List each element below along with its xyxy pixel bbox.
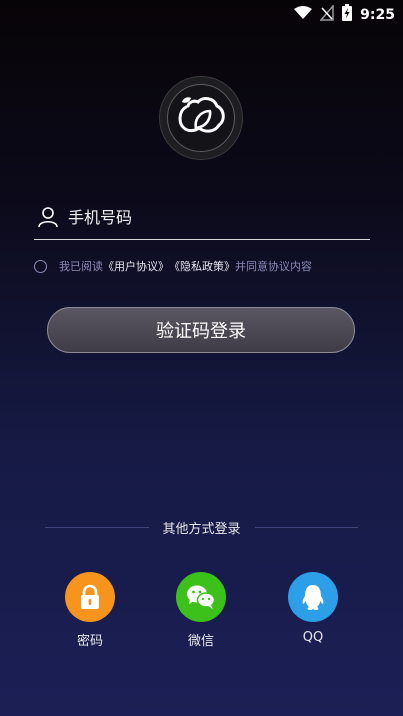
agreement-suffix: 并同意协议内容 bbox=[235, 260, 312, 273]
other-login-divider: 其他方式登录 bbox=[45, 517, 359, 537]
privacy-policy-link[interactable]: 《隐私政策》 bbox=[169, 258, 235, 274]
phone-input[interactable] bbox=[66, 201, 360, 233]
divider-line-right bbox=[254, 526, 359, 528]
app-logo bbox=[159, 76, 243, 160]
signal-off-icon bbox=[319, 3, 334, 25]
status-bar: 9:25 bbox=[0, 0, 403, 28]
other-login-title: 其他方式登录 bbox=[162, 521, 241, 537]
wechat-login-label: 微信 bbox=[187, 634, 214, 649]
sms-login-button[interactable]: 验证码登录 bbox=[47, 307, 355, 353]
password-login-label: 密码 bbox=[76, 634, 103, 649]
agreement-row: 我已阅读 《用户协议》 《隐私政策》 并同意协议内容 bbox=[34, 256, 312, 276]
divider-line-left bbox=[45, 526, 149, 528]
wechat-icon[interactable] bbox=[176, 572, 226, 622]
agreement-checkbox[interactable] bbox=[34, 259, 47, 273]
password-login-option[interactable]: 密码 bbox=[60, 572, 120, 649]
cloud-leaf-logo-icon bbox=[167, 84, 235, 152]
qq-icon[interactable] bbox=[288, 572, 338, 622]
lock-icon[interactable] bbox=[65, 572, 115, 622]
user-agreement-link[interactable]: 《用户协议》 bbox=[103, 258, 169, 274]
agreement-prefix: 我已阅读 bbox=[59, 260, 103, 273]
user-icon bbox=[37, 206, 59, 228]
wifi-icon bbox=[294, 5, 313, 24]
qq-login-option[interactable]: QQ bbox=[283, 572, 343, 645]
qq-login-label: QQ bbox=[302, 630, 324, 645]
wechat-login-option[interactable]: 微信 bbox=[171, 572, 231, 649]
battery-charging-icon bbox=[342, 4, 353, 25]
phone-field[interactable] bbox=[34, 198, 370, 240]
sms-login-label: 验证码登录 bbox=[156, 321, 246, 342]
status-time: 9:25 bbox=[360, 6, 395, 23]
